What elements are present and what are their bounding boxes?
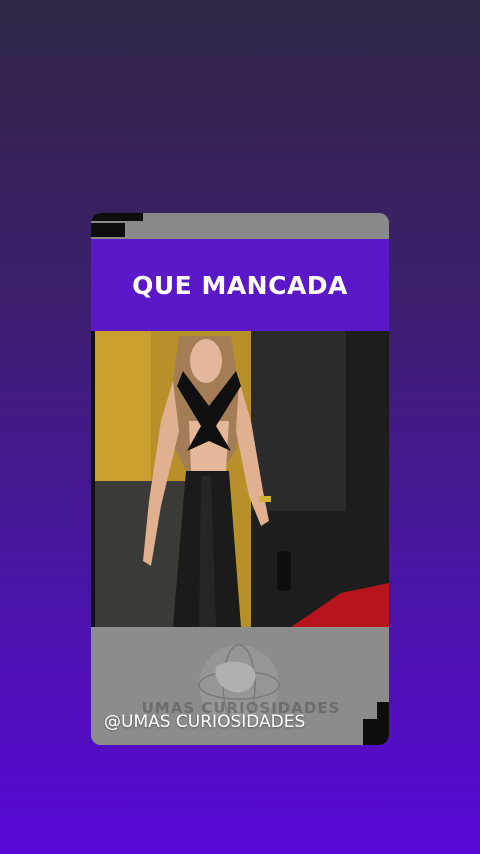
glitch-bar-decoration [91, 213, 143, 221]
glitch-bar-decoration [91, 223, 125, 237]
glitch-bar-decoration [363, 719, 377, 745]
glitch-bar-decoration [377, 702, 389, 745]
story-title: QUE MANCADA [132, 270, 348, 300]
story-photo [91, 331, 389, 627]
title-banner: QUE MANCADA [91, 239, 389, 331]
watermark-area: UMAS CURIOSIDADES @UMAS CURIOSIDADES [91, 627, 389, 745]
story-card: QUE MANCADA UMAS CURIOSIDADES @UMAS CURI… [91, 213, 389, 745]
handle-label: @UMAS CURIOSIDADES [104, 712, 306, 732]
